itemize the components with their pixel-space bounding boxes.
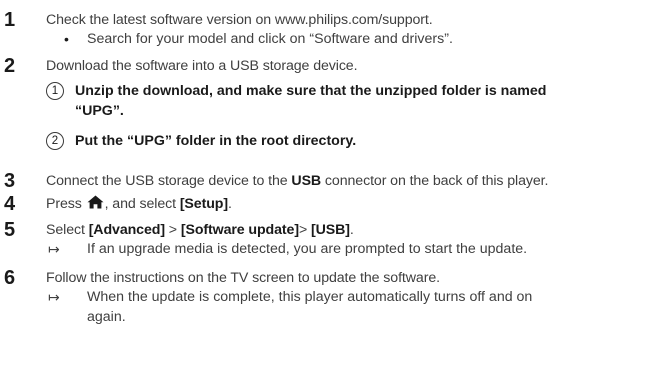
step-number: 2 xyxy=(4,55,16,77)
result-arrow-icon: ↦ xyxy=(48,289,60,305)
step-number: 3 xyxy=(4,170,16,192)
separator: > xyxy=(298,222,311,238)
step-text: Connect the USB storage device to the US… xyxy=(46,172,548,190)
step-text-part: Select xyxy=(46,222,89,238)
advanced-label: [Advanced] xyxy=(88,222,165,238)
substep-text: Put the “UPG” folder in the root directo… xyxy=(75,133,357,149)
usb-label: USB xyxy=(291,173,322,189)
substep-marker: 2 xyxy=(46,132,64,150)
bullet-text: Search for your model and click on “Soft… xyxy=(87,31,453,47)
substep-text: Unzip the download, and make sure that t… xyxy=(75,83,547,99)
substep-marker: 1 xyxy=(46,82,64,100)
step-text-part: . xyxy=(349,222,354,238)
step-text: Download the software into a USB storage… xyxy=(46,58,358,74)
step-number: 4 xyxy=(4,193,16,215)
step-text: Check the latest software version on www… xyxy=(46,12,433,28)
step-text: Select [Advanced] > [Software update]> [… xyxy=(46,221,354,239)
home-icon xyxy=(87,195,104,209)
result-text: If an upgrade media is detected, you are… xyxy=(87,241,528,257)
step-text-part: Press xyxy=(46,196,86,212)
step-text-part: , and select xyxy=(104,196,180,212)
result-text: When the update is complete, this player… xyxy=(87,289,533,305)
step-text: Press , and select [Setup]. xyxy=(46,195,232,213)
separator: > xyxy=(164,222,181,238)
bullet: • xyxy=(64,31,69,47)
step-number: 1 xyxy=(4,9,16,31)
step-text: Follow the instructions on the TV screen… xyxy=(46,270,440,286)
step-number: 5 xyxy=(4,219,16,241)
usb-option-label: [USB] xyxy=(310,222,350,238)
step-text-part: connector on the back of this player. xyxy=(321,173,549,189)
substep-text-continued: “UPG”. xyxy=(75,103,124,119)
result-text-continued: again. xyxy=(87,309,126,325)
setup-label: [Setup] xyxy=(179,196,228,212)
software-update-label: [Software update] xyxy=(180,222,299,238)
step-number: 6 xyxy=(4,267,16,289)
result-arrow-icon: ↦ xyxy=(48,241,60,257)
step-text-part: Connect the USB storage device to the xyxy=(46,173,292,189)
step-text-part: . xyxy=(227,196,232,212)
